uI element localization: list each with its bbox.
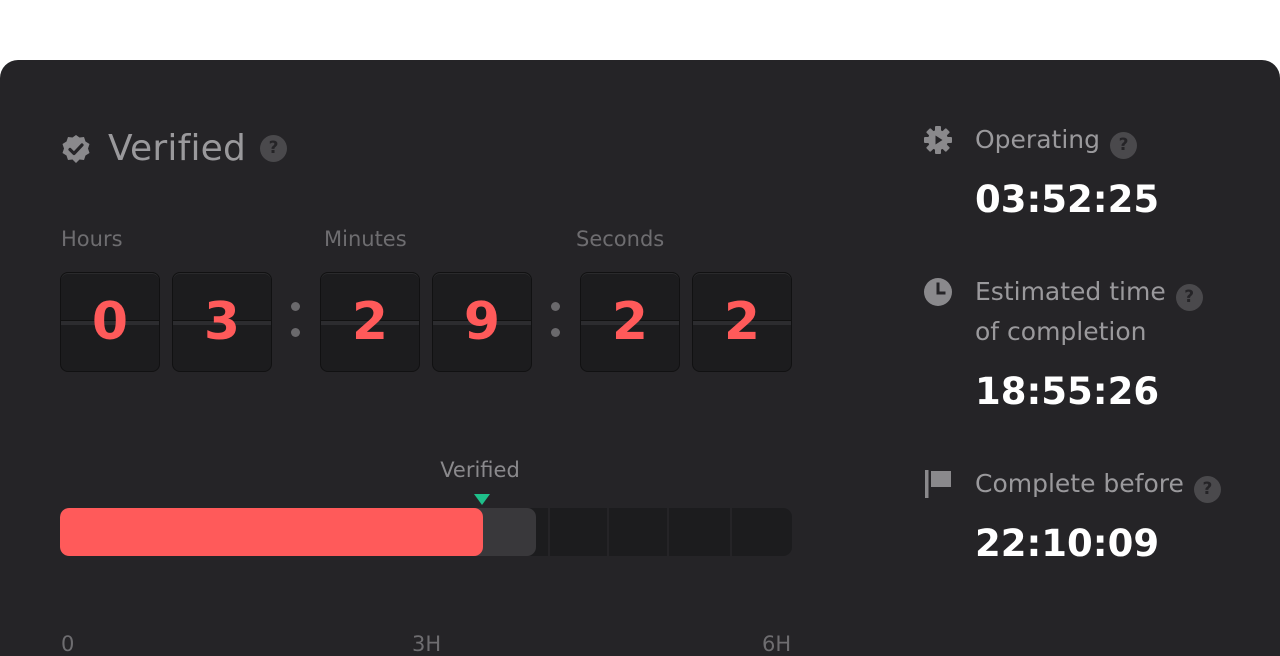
estimated-label-row: Estimated time?	[975, 272, 1203, 312]
minutes-tens-digit: 2	[320, 272, 420, 372]
progress-marker-icon	[474, 494, 490, 505]
segment-divider	[607, 508, 609, 556]
deadline-label: Complete before	[975, 469, 1184, 498]
progress-tick-start: 0	[61, 632, 75, 656]
minutes-ones-digit: 9	[432, 272, 532, 372]
minutes-label: Minutes	[324, 227, 407, 251]
seconds-tens-digit: 2	[580, 272, 680, 372]
operating-label-row: Operating?	[975, 120, 1137, 160]
progress-track	[60, 508, 792, 556]
segment-divider	[667, 508, 669, 556]
progress-tick-mid: 3H	[412, 632, 442, 656]
estimated-label-line2: of completion	[975, 317, 1147, 346]
hours-label: Hours	[61, 227, 123, 251]
colon-separator	[291, 302, 301, 342]
deadline-value: 22:10:09	[975, 522, 1160, 565]
progress-marker-label: Verified	[440, 458, 520, 482]
help-icon[interactable]: ?	[260, 135, 288, 162]
progress-tick-end: 6H	[762, 632, 792, 656]
operating-value: 03:52:25	[975, 178, 1160, 221]
hours-ones-digit: 3	[172, 272, 272, 372]
operating-label: Operating	[975, 125, 1100, 154]
flag-icon	[925, 470, 951, 498]
help-icon[interactable]: ?	[1193, 476, 1221, 503]
help-icon[interactable]: ?	[1110, 132, 1137, 159]
verification-panel: Verified ? Hours Minutes Seconds 0 3 2 9…	[0, 60, 1280, 656]
hours-tens-digit: 0	[60, 272, 160, 372]
verified-badge-icon	[62, 134, 90, 163]
progress-fill	[60, 508, 483, 556]
seconds-ones-digit: 2	[692, 272, 792, 372]
status-title: Verified	[108, 128, 247, 169]
seconds-label: Seconds	[576, 227, 665, 251]
gear-play-icon	[924, 126, 952, 154]
clock-icon	[924, 278, 952, 306]
help-icon[interactable]: ?	[1175, 284, 1203, 311]
status-header: Verified ?	[60, 128, 288, 169]
segment-divider	[730, 508, 732, 556]
estimated-value: 18:55:26	[975, 370, 1160, 413]
estimated-label: Estimated time	[975, 277, 1166, 306]
colon-separator	[551, 302, 561, 342]
deadline-label-row: Complete before?	[975, 464, 1221, 504]
segment-divider	[548, 508, 550, 556]
